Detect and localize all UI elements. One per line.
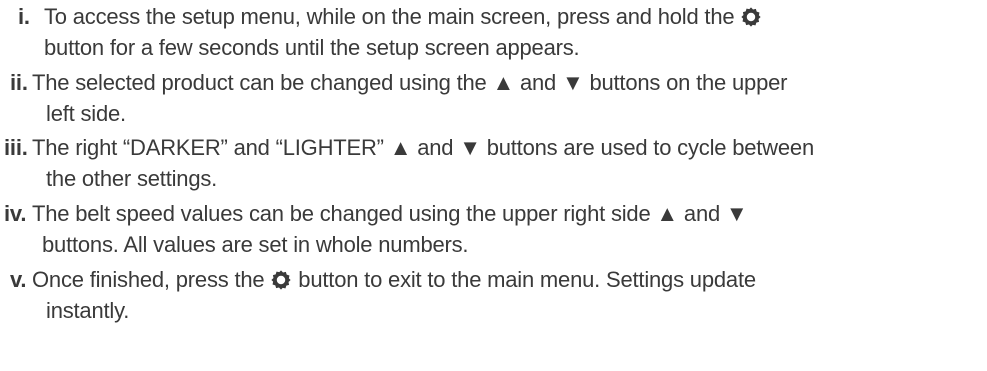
gear-icon xyxy=(270,269,292,291)
instruction-list: i. To access the setup menu, while on th… xyxy=(0,0,987,329)
item-numeral: iii. xyxy=(4,135,28,160)
item-text-continuation: button for a few seconds until the setup… xyxy=(44,35,580,60)
item-text-continuation: the other settings. xyxy=(46,166,218,191)
list-item: iii. The right “DARKER” and “LIGHTER” ▲ … xyxy=(0,131,987,197)
item-text: Once finished, press the xyxy=(32,267,265,292)
item-numeral: ii. xyxy=(10,70,28,95)
gear-icon xyxy=(740,6,762,28)
item-numeral: v. xyxy=(10,267,27,292)
list-item: v. Once finished, press the button to ex… xyxy=(0,263,987,329)
item-text: The selected product can be changed usin… xyxy=(32,70,788,95)
item-text-after-icon: button to exit to the main menu. Setting… xyxy=(298,267,756,292)
item-numeral: i. xyxy=(18,4,30,29)
item-text: The right “DARKER” and “LIGHTER” ▲ and ▼… xyxy=(32,135,814,160)
item-text-line: Once finished, press the button to exit … xyxy=(32,263,756,296)
item-text-continuation: buttons. All values are set in whole num… xyxy=(42,232,469,257)
list-item: i. To access the setup menu, while on th… xyxy=(0,0,987,66)
item-numeral: iv. xyxy=(4,201,27,226)
list-item: iv. The belt speed values can be changed… xyxy=(0,197,987,263)
list-item: ii. The selected product can be changed … xyxy=(0,66,987,131)
item-text: The belt speed values can be changed usi… xyxy=(32,201,748,226)
item-text-continuation: left side. xyxy=(46,101,126,126)
item-text-line: To access the setup menu, while on the m… xyxy=(44,0,762,33)
item-text: To access the setup menu, while on the m… xyxy=(44,4,735,29)
item-text-continuation: instantly. xyxy=(46,298,130,323)
